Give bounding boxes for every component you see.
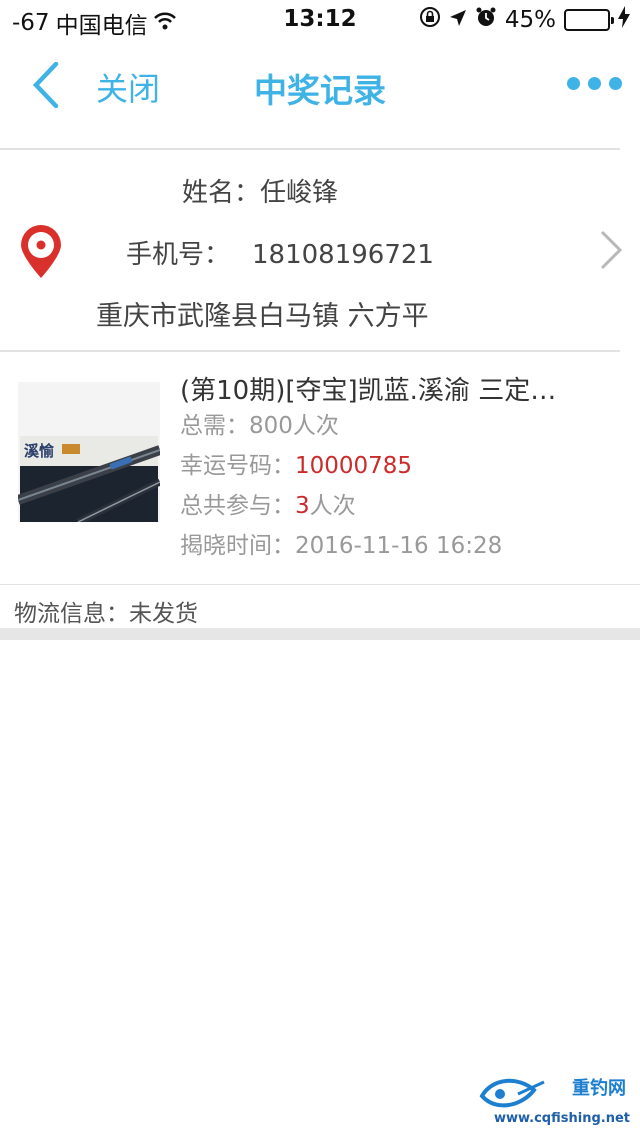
phone-label: 手机号： <box>126 240 231 270</box>
reveal-time-row: 揭晓时间：2016-11-16 16:28 <box>180 526 580 566</box>
recipient-phone: 18108196721 <box>252 240 434 270</box>
recipient-name-row: 姓名：任峻锋 <box>182 172 338 209</box>
location-arrow-icon <box>449 7 467 33</box>
more-dot <box>567 77 580 90</box>
section-separator <box>0 628 640 640</box>
logistics-label: 物流信息： <box>14 601 129 627</box>
product-thumbnail: 溪愉 <box>18 382 160 522</box>
alarm-icon <box>475 6 497 34</box>
battery-icon <box>564 9 614 31</box>
participation-row: 总共参与：3人次 <box>180 486 580 526</box>
battery-percent: 45% <box>504 7 556 33</box>
back-chevron-icon[interactable] <box>30 61 70 109</box>
lucky-number-row: 幸运号码：10000785 <box>180 446 580 486</box>
logistics-status: 未发货 <box>129 601 198 627</box>
total-needed-row: 总需：800人次 <box>180 406 580 446</box>
chevron-right-icon <box>598 228 624 272</box>
recipient-address: 重庆市武隆县白马镇 六方平 <box>96 301 429 332</box>
navigation-bar: 关闭 中奖记录 <box>0 40 640 130</box>
status-bar: -67 中国电信 13:12 45% <box>0 0 640 40</box>
watermark-url: www.cqfishing.net <box>493 1111 630 1126</box>
participation-label: 总共参与： <box>180 493 295 519</box>
more-dot <box>609 77 622 90</box>
rotation-lock-icon <box>419 6 441 34</box>
more-dot <box>588 77 601 90</box>
fish-logo-icon <box>479 1078 545 1108</box>
thumbnail-brand-text: 溪愉 <box>24 442 55 460</box>
total-needed-value: 800人次 <box>249 413 339 439</box>
prize-title: (第10期)[夺宝]凯蓝.溪渝 三定… <box>180 376 557 406</box>
participation-count: 3 <box>295 493 310 519</box>
recipient-phone-row: 手机号： 18108196721 <box>126 234 434 271</box>
shipping-address-card[interactable]: 姓名：任峻锋 手机号： 18108196721 重庆市武隆县白马镇 六方平 <box>0 150 640 350</box>
reveal-time-label: 揭晓时间： <box>180 533 295 559</box>
logistics-info: 物流信息：未发货 <box>14 594 198 628</box>
prize-item[interactable]: 溪愉 (第10期)[夺宝]凯蓝.溪渝 三定… 总需：800人次 幸运号码：100… <box>0 352 640 584</box>
close-button[interactable]: 关闭 <box>96 64 160 110</box>
location-pin-icon <box>18 224 64 280</box>
total-needed-label: 总需： <box>180 413 249 439</box>
site-watermark: 重钓网 www.cqfishing.net <box>478 1074 634 1130</box>
prize-info: (第10期)[夺宝]凯蓝.溪渝 三定… 总需：800人次 幸运号码：100007… <box>180 370 580 566</box>
watermark-brand: 重钓网 <box>572 1078 626 1099</box>
charging-icon <box>618 6 630 34</box>
reveal-time-value: 2016-11-16 16:28 <box>295 533 503 559</box>
recipient-name: 任峻锋 <box>260 178 339 208</box>
name-label: 姓名： <box>182 178 261 208</box>
more-menu-button[interactable] <box>567 77 622 90</box>
divider <box>0 584 640 585</box>
lucky-number-value: 10000785 <box>295 453 413 479</box>
lucky-number-label: 幸运号码： <box>180 453 295 479</box>
status-right: 45% <box>419 6 630 34</box>
participation-unit: 人次 <box>309 493 356 519</box>
